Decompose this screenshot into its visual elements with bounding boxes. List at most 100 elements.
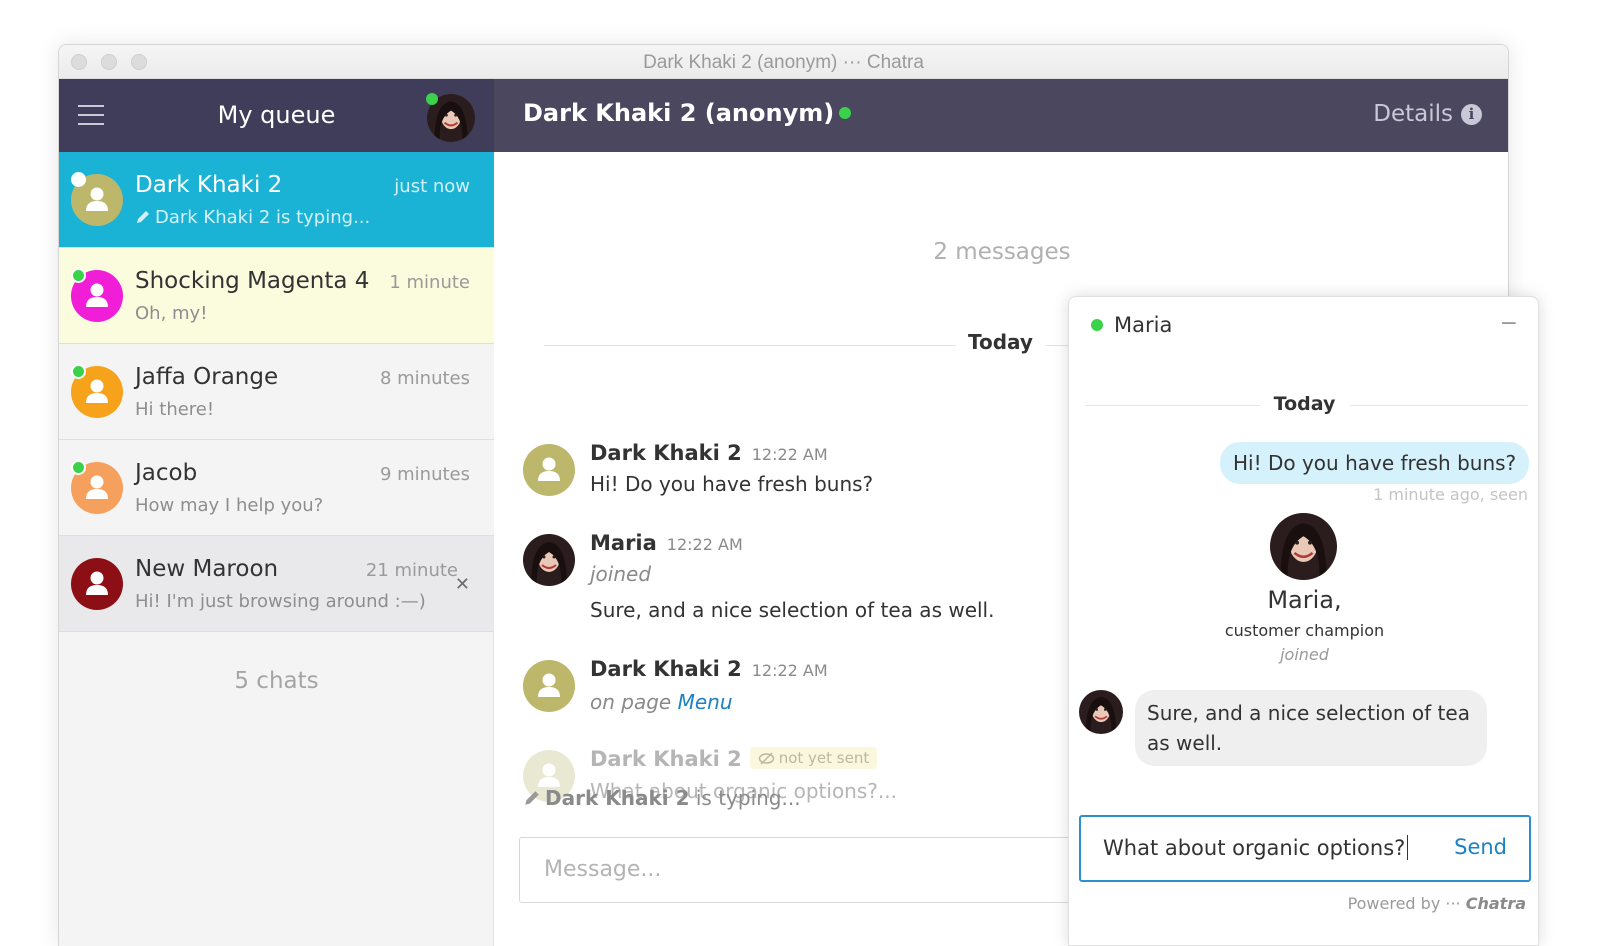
message-input[interactable]: Message... [519, 837, 1099, 903]
agent-avatar [1270, 513, 1337, 580]
message-time: 12:22 AM [751, 661, 828, 680]
typing-suffix: is typing... [695, 786, 801, 810]
not-sent-badge: not yet sent [749, 747, 878, 769]
chat-item-name: Shocking Magenta 4 [135, 268, 370, 294]
chat-list-item[interactable]: Dark Khaki 2 just now Dark Khaki 2 is ty… [59, 152, 494, 248]
agent-display-name: Maria, [1267, 586, 1342, 614]
widget-input-value: What about organic options? [1103, 836, 1406, 860]
message-author: Dark Khaki 2 not yet sent [590, 747, 878, 771]
widget-message-input[interactable]: What about organic options? Send [1079, 815, 1531, 882]
chat-item-name: Jaffa Orange [135, 364, 279, 390]
chat-item-time: 1 minute [389, 272, 470, 293]
pencil-icon [137, 211, 149, 223]
status-dot [71, 364, 86, 379]
chat-title-text: Dark Khaki 2 (anonym) [523, 99, 835, 127]
chat-header: Dark Khaki 2 (anonym) Details i [494, 79, 1508, 152]
window-title: Dark Khaki 2 (anonym) ··· Chatra [643, 52, 924, 73]
message-author-name: Dark Khaki 2 [590, 657, 742, 681]
agent-joined: joined [1280, 645, 1329, 664]
visitor-avatar [523, 660, 575, 712]
widget-date-label: Today [1273, 393, 1336, 415]
chat-item-name: Dark Khaki 2 [135, 172, 283, 198]
details-label: Details [1373, 101, 1453, 127]
user-icon [523, 444, 575, 496]
agent-avatar [523, 534, 575, 586]
chat-item-time: just now [394, 176, 470, 197]
chat-item-preview: How may I help you? [135, 495, 324, 516]
seen-status: 1 minute ago, seen [1373, 485, 1528, 504]
user-icon [71, 558, 123, 610]
chat-widget: Maria − Today Hi! Do you have fresh buns… [1068, 296, 1539, 946]
status-dot [71, 172, 86, 187]
agent-photo [1079, 690, 1123, 734]
chat-item-name: Jacob [135, 460, 198, 486]
message-note: joined [590, 562, 652, 586]
widget-input-text: What about organic options? [1103, 835, 1409, 860]
agent-online-dot [1091, 319, 1103, 331]
chat-title: Dark Khaki 2 (anonym) [523, 99, 852, 127]
message-author-name: Dark Khaki 2 [590, 747, 742, 771]
typing-indicator: Dark Khaki 2 is typing... [523, 786, 801, 810]
message-input-placeholder: Message... [544, 857, 662, 882]
chat-item-preview: Oh, my! [135, 303, 208, 324]
agent-photo [1270, 513, 1337, 580]
date-divider-label: Today [968, 330, 1033, 354]
title-bar: Dark Khaki 2 (anonym) ··· Chatra [59, 45, 1508, 79]
message-author: Maria 12:22 AM [590, 531, 743, 555]
chat-item-time: 9 minutes [379, 464, 470, 485]
message-author: Dark Khaki 2 12:22 AM [590, 657, 828, 681]
powered-by[interactable]: Powered by ··· Chatra [1348, 894, 1526, 913]
visitor-avatar [523, 444, 575, 496]
powered-brand: Chatra [1465, 894, 1526, 913]
eye-slash-icon [758, 752, 774, 765]
divider [544, 345, 956, 346]
agent-online-dot [426, 93, 438, 105]
chats-count: 5 chats [234, 668, 319, 694]
chat-list-item[interactable]: Jaffa Orange 8 minutes Hi there! [59, 344, 494, 440]
minimize-button[interactable]: − [1500, 311, 1518, 336]
message-time: 12:22 AM [666, 535, 743, 554]
text-caret [1407, 835, 1409, 860]
message-text: Hi! Do you have fresh buns? [590, 472, 874, 496]
message-author-name: Maria [590, 531, 657, 555]
chat-list-item[interactable]: Shocking Magenta 4 1 minute Oh, my! [59, 248, 494, 344]
agent-photo [523, 534, 575, 586]
widget-agent-name: Maria [1114, 313, 1173, 337]
message-author-name: Dark Khaki 2 [590, 441, 742, 465]
powered-prefix: Powered by ··· [1347, 894, 1461, 913]
visitor-avatar [71, 558, 123, 610]
message-note: on page Menu [590, 690, 733, 714]
message-author: Dark Khaki 2 12:22 AM [590, 441, 828, 465]
chat-item-time: 8 minutes [379, 368, 470, 389]
info-icon: i [1461, 103, 1482, 125]
page-note-prefix: on page [590, 690, 672, 714]
agent-message-bubble: Sure, and a nice selection of tea as wel… [1135, 690, 1487, 766]
send-button[interactable]: Send [1454, 835, 1507, 859]
chat-item-name: New Maroon [135, 556, 279, 582]
chat-list-item[interactable]: Jacob 9 minutes How may I help you? [59, 440, 494, 536]
agent-avatar [1079, 690, 1123, 734]
message-time: 12:22 AM [751, 445, 828, 464]
visitor-message-bubble: Hi! Do you have fresh buns? [1220, 442, 1530, 484]
message-text: Sure, and a nice selection of tea as wel… [590, 598, 995, 622]
user-icon [523, 660, 575, 712]
agent-role: customer champion [1224, 621, 1385, 640]
chat-item-preview: Dark Khaki 2 is typing... [135, 207, 370, 228]
chat-item-time: 21 minute [365, 560, 458, 581]
details-button[interactable]: Details i [1373, 101, 1482, 127]
status-dot [71, 268, 86, 283]
pencil-icon [525, 791, 539, 805]
status-dot [71, 460, 86, 475]
page-link[interactable]: Menu [678, 690, 733, 714]
chat-list: Dark Khaki 2 just now Dark Khaki 2 is ty… [59, 152, 494, 946]
close-icon[interactable]: ✕ [455, 574, 470, 595]
visitor-online-dot [839, 107, 852, 119]
chat-list-item[interactable]: New Maroon 21 minute Hi! I'm just browsi… [59, 536, 494, 632]
typing-name: Dark Khaki 2 [545, 786, 690, 810]
chat-item-preview: Hi! I'm just browsing around :—) [135, 591, 426, 612]
not-sent-text: not yet sent [778, 749, 870, 767]
chat-item-preview: Hi there! [135, 399, 215, 420]
message-count: 2 messages [933, 239, 1071, 265]
sidebar-header: My queue [59, 79, 494, 152]
chat-item-preview-text: Dark Khaki 2 is typing... [155, 207, 371, 228]
